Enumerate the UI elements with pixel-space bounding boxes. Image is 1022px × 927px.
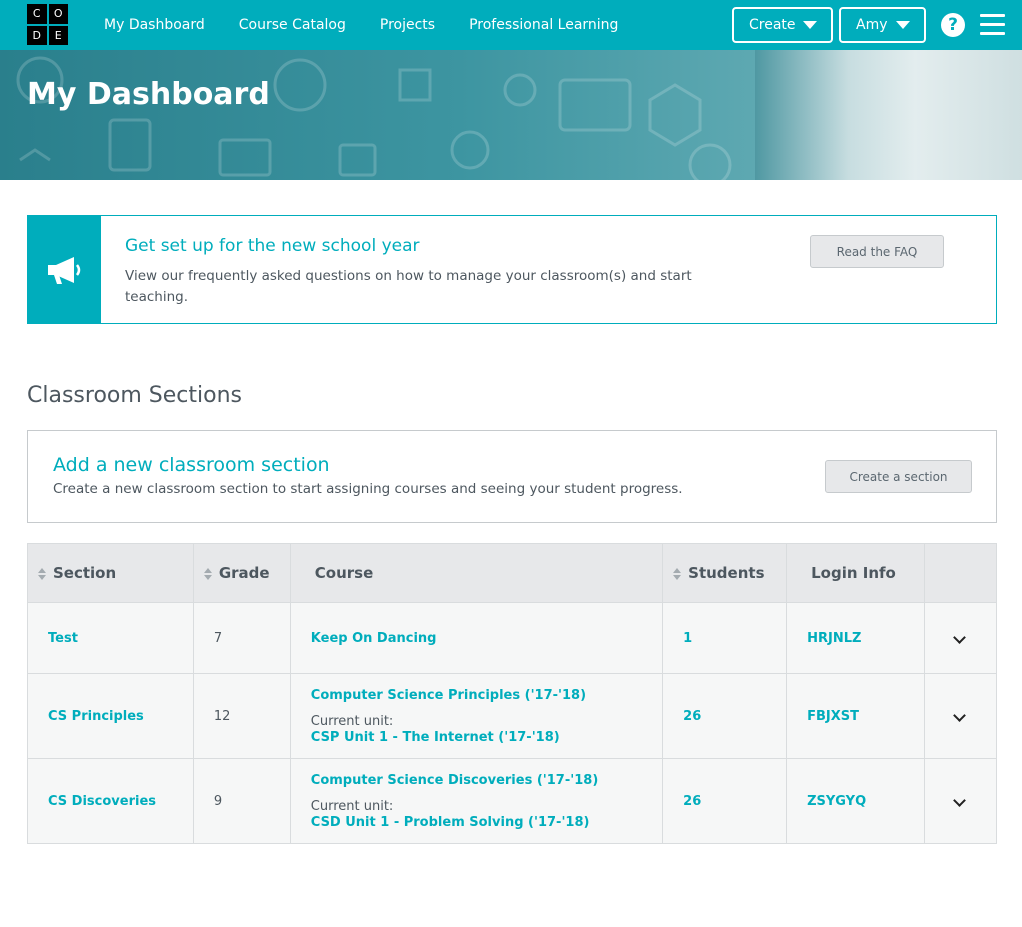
sections-table: Section Grade Course Students Login Info… [27,543,997,844]
section-link[interactable]: Test [48,631,78,646]
chevron-down-icon[interactable] [953,793,966,807]
cell-section: Test [27,602,194,674]
cell-login-info: HRJNLZ [786,602,926,674]
section-link[interactable]: CS Discoveries [48,794,156,809]
notice-icon-box [28,216,101,323]
caret-down-icon [803,21,817,29]
col-header-label: Grade [218,564,270,582]
col-header-course: Course [289,543,664,603]
add-section-title: Add a new classroom section [53,454,330,476]
cell-students: 1 [662,602,788,674]
section-link[interactable]: CS Principles [48,709,144,724]
cell-actions [924,673,997,759]
current-unit-label: Current unit: [310,713,394,729]
col-header-login-info: Login Info [786,543,926,603]
create-section-button[interactable]: Create a section [825,460,972,493]
page-title: My Dashboard [27,77,270,112]
sort-icon [38,567,48,580]
nav-professional-learning[interactable]: Professional Learning [469,17,618,33]
cell-actions [924,602,997,674]
cell-course: Computer Science Discoveries ('17-'18) C… [289,758,664,844]
nav-course-catalog[interactable]: Course Catalog [239,17,346,33]
col-header-label: Students [688,564,765,582]
banner-pattern [16,56,732,180]
cell-students: 26 [662,673,788,759]
cell-course: Keep On Dancing [289,602,664,674]
create-button-label: Create [749,17,796,33]
nav-links: My Dashboard Course Catalog Projects Pro… [104,0,652,50]
table-row: CS Principles 12 Computer Science Princi… [27,673,997,759]
cell-login-info: FBJXST [786,673,926,759]
chevron-down-icon[interactable] [953,708,966,722]
megaphone-icon [47,256,80,284]
table-row: CS Discoveries 9 Computer Science Discov… [27,758,997,844]
table-header-row: Section Grade Course Students Login Info [27,543,997,603]
teacher-photo [755,50,1022,180]
chevron-down-icon[interactable] [953,630,966,644]
table-row: Test 7 Keep On Dancing 1 HRJNLZ [27,602,997,674]
header-banner [0,50,1022,180]
user-name-label: Amy [856,17,888,33]
login-code-link[interactable]: FBJXST [807,709,859,724]
cell-grade: 9 [192,758,291,844]
create-dropdown-button[interactable]: Create [732,7,833,43]
logo-letter: O [48,4,68,24]
notice-title: Get set up for the new school year [125,236,420,256]
cell-grade: 7 [192,602,291,674]
col-header-label: Section [53,564,117,582]
col-header-label: Course [314,564,374,582]
caret-down-icon [896,21,910,29]
logo-letter: C [27,4,47,24]
cell-course: Computer Science Principles ('17-'18) Cu… [289,673,664,759]
cell-section: CS Discoveries [27,758,194,844]
col-header-students[interactable]: Students [662,543,788,603]
code-logo[interactable]: C O D E [27,4,68,45]
cell-actions [924,758,997,844]
add-section-box: Add a new classroom section Create a new… [27,430,997,523]
current-unit-label: Current unit: [310,798,394,814]
course-link[interactable]: Computer Science Discoveries ('17-'18) [311,772,662,789]
col-header-section[interactable]: Section [27,543,194,603]
col-header-actions [924,543,997,603]
course-link[interactable]: Keep On Dancing [311,630,662,647]
course-link[interactable]: Computer Science Principles ('17-'18) [311,687,662,704]
nav-projects[interactable]: Projects [380,17,435,33]
notice-description: View our frequently asked questions on h… [125,268,692,305]
logo-letter: E [48,25,68,45]
unit-link[interactable]: CSP Unit 1 - The Internet ('17-'18) [311,729,662,746]
logo-letter: D [27,25,47,45]
unit-link[interactable]: CSD Unit 1 - Problem Solving ('17-'18) [311,814,662,831]
classroom-sections-heading: Classroom Sections [27,383,242,408]
students-link[interactable]: 1 [683,631,692,646]
col-header-grade[interactable]: Grade [192,543,291,603]
col-header-label: Login Info [811,564,896,582]
login-code-link[interactable]: ZSYGYQ [807,794,866,809]
cell-students: 26 [662,758,788,844]
notification-banner: Get set up for the new school year View … [27,215,997,324]
add-section-description: Create a new classroom section to start … [53,481,683,497]
cell-login-info: ZSYGYQ [786,758,926,844]
hamburger-menu-icon[interactable] [980,14,1005,36]
cell-grade: 12 [192,673,291,759]
nav-my-dashboard[interactable]: My Dashboard [104,17,205,33]
user-menu-button[interactable]: Amy [839,7,926,43]
students-link[interactable]: 26 [683,794,701,809]
cell-section: CS Principles [27,673,194,759]
login-code-link[interactable]: HRJNLZ [807,631,861,646]
sort-icon [673,567,683,580]
read-faq-button[interactable]: Read the FAQ [810,235,944,268]
students-link[interactable]: 26 [683,709,701,724]
sort-icon [203,567,214,580]
question-circle-icon[interactable]: ? [941,13,965,37]
top-nav: C O D E My Dashboard Course Catalog Proj… [0,0,1022,50]
